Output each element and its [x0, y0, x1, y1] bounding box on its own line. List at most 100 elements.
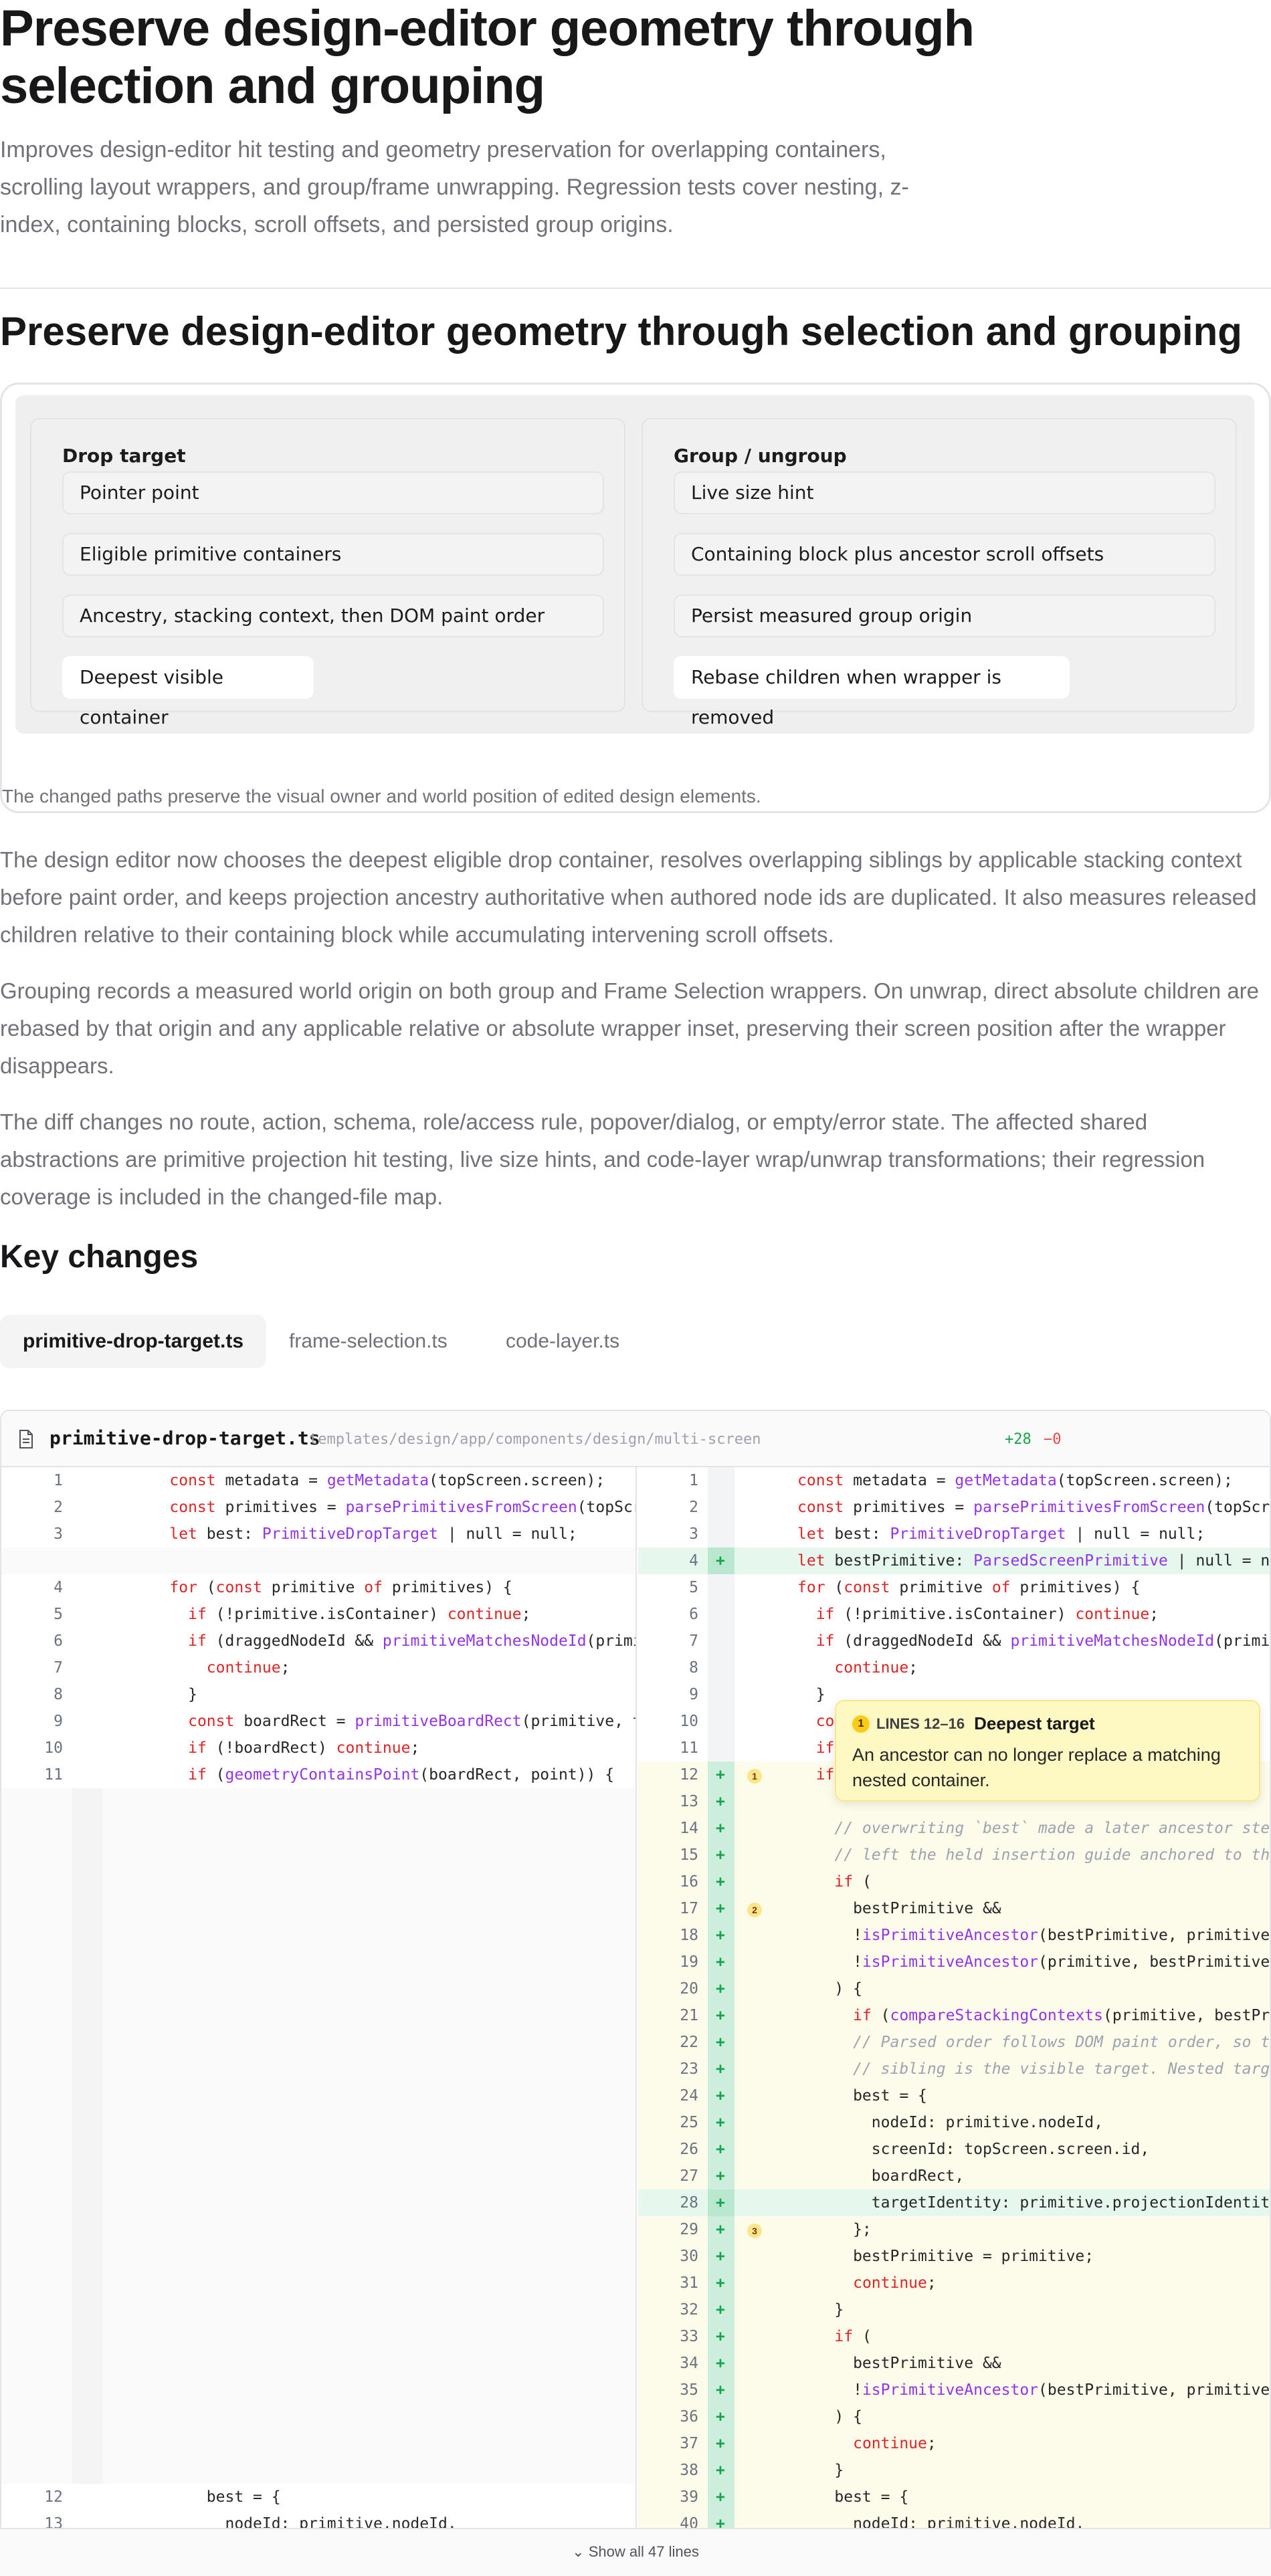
code-text: let best: PrimitiveDropTarget | null = n…	[797, 1525, 1205, 1543]
code-text: best = {	[797, 2087, 927, 2105]
drop-step-containers: Eligible primitive containers	[62, 533, 604, 576]
diff-gutter	[72, 1547, 103, 1574]
before-line: 7 continue;	[1, 1654, 636, 1681]
code-text: if (draggedNodeId && primitiveMatchesNod…	[188, 1632, 636, 1650]
annotation-badge[interactable]: 1	[747, 1769, 762, 1784]
after-line: 35 !isPrimitiveAncestor(bestPrimitive, p…	[638, 2377, 1271, 2403]
callout-number: 1	[852, 1715, 870, 1733]
annotation-marker	[741, 2350, 768, 2377]
line-number: 37	[680, 2435, 698, 2452]
diff-gutter	[708, 2002, 735, 2029]
code-text: if (geometryContainsPoint(boardRect, poi…	[188, 1766, 615, 1784]
diff-gutter	[708, 1601, 735, 1628]
annotation-marker	[741, 1601, 768, 1628]
line-number: 3	[689, 1525, 698, 1543]
diff-gutter	[72, 1467, 103, 1494]
annotation-marker	[103, 1521, 130, 1547]
annotation-marker	[741, 1735, 768, 1761]
code-text: !isPrimitiveAncestor(bestPrimitive, prim…	[797, 2381, 1271, 2399]
diff-gutter	[708, 1895, 735, 1922]
diff-gutter	[708, 1467, 735, 1494]
annotation-marker	[103, 1628, 130, 1654]
annotation-marker	[741, 1922, 768, 1949]
line-number: 21	[680, 2007, 698, 2024]
diff-gutter	[708, 2136, 735, 2163]
code-text: const primitives = parsePrimitivesFromSc…	[169, 1499, 636, 1516]
diff-gutter	[72, 1761, 103, 1788]
diff-gutter	[708, 1788, 735, 1815]
diff-gutter	[72, 1735, 103, 1761]
code-text: if (!primitive.isContainer) continue;	[188, 1606, 531, 1623]
after-line: 34 bestPrimitive &&	[638, 2350, 1270, 2377]
code-text: const boardRect = primitiveBoardRect(pri…	[188, 1713, 636, 1730]
drop-step-deepest: Deepest visible container	[62, 656, 314, 728]
diff-pane-before[interactable]: 1 const metadata = getMetadata(topScreen…	[1, 1467, 637, 2575]
annotation-badge[interactable]: 3	[747, 2224, 762, 2238]
annotation-marker	[103, 1654, 130, 1681]
before-line: 4 for (const primitive of primitives) {	[1, 1574, 636, 1601]
annotation-marker	[741, 2323, 768, 2350]
diff-gutter	[708, 1949, 735, 1975]
diff-gutter	[708, 1494, 735, 1521]
diff-gutter	[708, 2484, 735, 2510]
code-text: continue;	[853, 2435, 937, 2452]
annotation-marker	[741, 2484, 768, 2510]
tab-frame-selection[interactable]: frame-selection.ts	[266, 1315, 470, 1368]
after-line: 20 ) {	[638, 1975, 1270, 2002]
line-number: 4	[54, 1579, 63, 1596]
tab-code-layer[interactable]: code-layer.ts	[483, 1315, 642, 1368]
after-line: 33 if (	[638, 2323, 1270, 2350]
line-number: 10	[680, 1713, 698, 1730]
annotation-marker	[741, 1815, 768, 1842]
diff-pane-after[interactable]: 1 const metadata = getMetadata(topScreen.…	[638, 1467, 1271, 2575]
show-all-lines-button[interactable]: ⌄ Show all 47 lines	[0, 2528, 1271, 2576]
page-root: Preserve design-editor geometry through …	[0, 0, 1271, 2576]
annotation-marker	[741, 2082, 768, 2109]
after-line: 36 ) {	[638, 2403, 1270, 2430]
line-number: 14	[680, 1820, 698, 1837]
diff-gutter	[708, 2029, 735, 2056]
annotation-marker	[741, 1628, 768, 1654]
annotation-marker	[741, 1467, 768, 1494]
code-text: screenId: topScreen.screen.id,	[797, 2141, 1150, 2158]
diff-gutter	[708, 1922, 735, 1949]
tab-primitive-drop-target[interactable]: primitive-drop-target.ts	[0, 1315, 267, 1368]
page-title: Preserve design-editor geometry through …	[0, 0, 975, 114]
annotation-marker	[103, 1547, 130, 1574]
before-line: 9 const boardRect = primitiveBoardRect(p…	[1, 1708, 636, 1735]
diff-gutter	[72, 1521, 103, 1547]
annotation-marker	[103, 1681, 130, 1708]
code-text: }	[797, 2301, 844, 2319]
line-number: 26	[680, 2141, 698, 2158]
annotation-marker	[103, 1467, 130, 1494]
diff-gutter	[708, 1708, 735, 1735]
code-text: if	[815, 1739, 835, 1757]
diff-file-name: primitive-drop-target.ts	[50, 1427, 320, 1449]
code-text: if (	[834, 1873, 872, 1891]
code-text: for (const primitive of primitives) {	[169, 1579, 512, 1596]
divider	[0, 288, 1271, 289]
after-line: 5 for (const primitive of primitives) {	[638, 1574, 1270, 1601]
drop-step-order: Ancestry, stacking context, then DOM pai…	[62, 595, 604, 637]
diff-gutter	[708, 2403, 735, 2430]
diff-gutter	[708, 2457, 735, 2484]
before-line: 12 best = {	[1, 2484, 636, 2510]
annotation-marker	[741, 2377, 768, 2403]
before-line: 1 const metadata = getMetadata(topScreen…	[1, 1467, 636, 1494]
before-line: 10 if (!boardRect) continue;	[1, 1735, 636, 1761]
annotation-badge[interactable]: 2	[747, 1903, 762, 1917]
line-number: 17	[680, 1900, 698, 1917]
deletions-count: −0	[1044, 1431, 1062, 1448]
diff-gutter	[708, 2189, 735, 2216]
code-text: continue;	[834, 1659, 918, 1677]
diff-gutter	[708, 2082, 735, 2109]
code-text: ) {	[797, 1980, 862, 1998]
code-text: if (!primitive.isContainer) continue;	[815, 1606, 1159, 1623]
after-line: 17 2 bestPrimitive &&	[638, 1895, 1270, 1922]
line-number: 18	[680, 1927, 698, 1944]
annotation-marker	[741, 2270, 768, 2296]
line-number: 39	[680, 2488, 698, 2506]
group-panel: Group / ungroup Live size hint Containin…	[642, 418, 1237, 728]
line-number: 13	[680, 1793, 698, 1810]
annotation-marker	[103, 1494, 130, 1521]
